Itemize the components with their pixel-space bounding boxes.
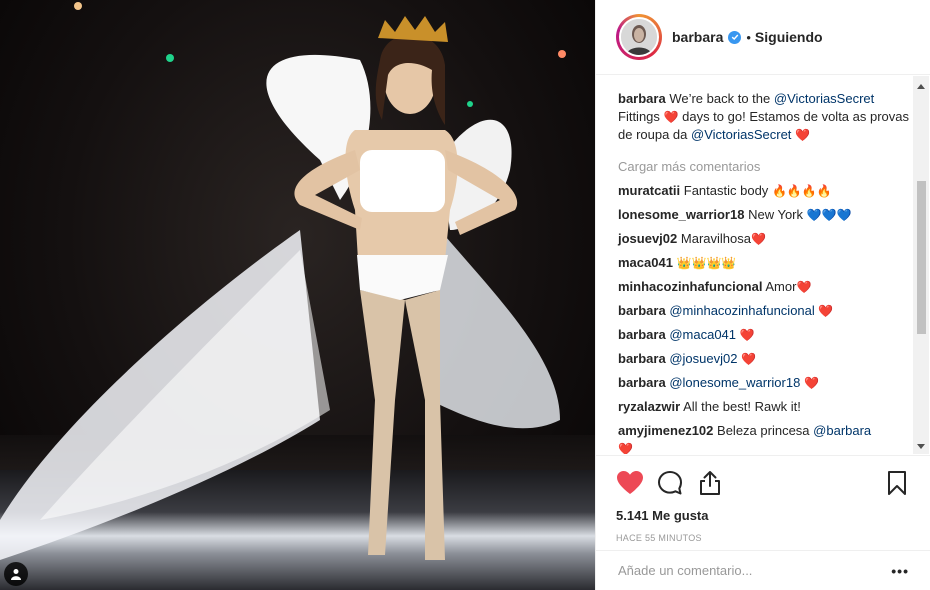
add-comment-bar: ••• — [596, 550, 930, 590]
heart-emoji: ❤️ — [663, 110, 679, 124]
post-actions: 5.141 Me gusta HACE 55 MINUTOS — [596, 455, 930, 550]
comment-item: josuevj02 Maravilhosa❤️ — [618, 230, 909, 248]
load-more-comments-button[interactable]: Cargar más comentarios — [618, 158, 909, 176]
comment-mention[interactable]: @maca041 — [669, 327, 736, 342]
heart-emoji: ❤️ — [795, 128, 810, 142]
comment-username[interactable]: josuevj02 — [618, 231, 677, 246]
add-comment-input[interactable] — [618, 563, 892, 578]
post-header: barbara • Siguiendo — [596, 0, 930, 75]
comment-item: minhacozinhafuncional Amor❤️ — [618, 278, 909, 296]
post-photo[interactable] — [0, 0, 595, 590]
heart-icon[interactable] — [616, 469, 644, 497]
caption-username[interactable]: barbara — [618, 91, 666, 106]
comment-text: Maravilhosa — [680, 231, 751, 246]
comment-emoji: ❤️ — [818, 304, 834, 318]
comment-emoji: ❤️ — [618, 442, 633, 454]
comment-item: amyjimenez102 Beleza princesa @barbara ❤️ — [618, 422, 909, 454]
comment-emoji: ❤️ — [750, 232, 766, 246]
comment-text: Amor — [765, 279, 797, 294]
comment-username[interactable]: minhacozinhafuncional — [618, 279, 762, 294]
comment-mention[interactable]: @josuevj02 — [669, 351, 737, 366]
comment-item: barbara @maca041 ❤️ — [618, 326, 909, 344]
user-tag-icon[interactable] — [4, 562, 28, 586]
caption-text-2: Fittings — [618, 109, 660, 124]
comment-emoji: ❤️ — [796, 280, 812, 294]
comment-item: barbara @lonesome_warrior18 ❤️ — [618, 374, 909, 392]
comment-emoji: 👑👑👑👑 — [676, 256, 737, 270]
caption-text-1: We’re back to the — [669, 91, 771, 106]
comment-mention[interactable]: @barbara — [813, 423, 871, 438]
comment-emoji: 💙💙💙 — [806, 208, 852, 222]
comment-item: muratcatii Fantastic body 🔥🔥🔥🔥 — [618, 182, 909, 200]
model-figure — [0, 2, 566, 560]
comment-username[interactable]: ryzalazwir — [618, 399, 680, 414]
comment-username[interactable]: muratcatii — [618, 183, 680, 198]
scroll-up-icon[interactable] — [917, 84, 925, 89]
ellipsis-icon[interactable]: ••• — [891, 563, 909, 579]
comment-text: Fantastic body — [683, 183, 769, 198]
post-timestamp[interactable]: HACE 55 MINUTOS — [616, 533, 911, 543]
comments-list: barbara We’re back to the @VictoriasSecr… — [596, 76, 930, 454]
post-sidebar: barbara • Siguiendo barbara We’re back t… — [595, 0, 930, 590]
bookmark-icon[interactable] — [883, 469, 911, 497]
share-icon[interactable] — [696, 469, 724, 497]
comment-username[interactable]: barbara — [618, 375, 666, 390]
following-button[interactable]: Siguiendo — [755, 29, 823, 45]
header-username[interactable]: barbara — [672, 29, 723, 45]
caption-mention-1[interactable]: @VictoriasSecret — [774, 91, 874, 106]
comment-item: barbara @josuevj02 ❤️ — [618, 350, 909, 368]
comment-text: All the best! Rawk it! — [683, 399, 801, 414]
scrollbar-thumb[interactable] — [917, 181, 926, 334]
comment-username[interactable]: maca041 — [618, 255, 673, 270]
caption: barbara We’re back to the @VictoriasSecr… — [618, 90, 909, 144]
comment-emoji: 🔥🔥🔥🔥 — [771, 184, 832, 198]
comment-mention[interactable]: @minhacozinhafuncional — [669, 303, 814, 318]
comment-username[interactable]: amyjimenez102 — [618, 423, 713, 438]
comment-item: ryzalazwir All the best! Rawk it! — [618, 398, 909, 416]
scroll-down-icon[interactable] — [917, 444, 925, 449]
avatar-story-ring[interactable] — [616, 14, 662, 60]
comment-item: barbara @minhacozinhafuncional ❤️ — [618, 302, 909, 320]
comments-scrollbar[interactable] — [913, 76, 929, 454]
verified-icon — [728, 30, 742, 44]
likes-count[interactable]: 5.141 Me gusta — [616, 508, 911, 523]
comment-text: Beleza princesa — [717, 423, 810, 438]
comment-text: New York — [748, 207, 803, 222]
comment-username[interactable]: lonesome_warrior18 — [618, 207, 744, 222]
comment-icon[interactable] — [656, 469, 684, 497]
comment-item: maca041 👑👑👑👑 — [618, 254, 909, 272]
comment-username[interactable]: barbara — [618, 351, 666, 366]
comment-username[interactable]: barbara — [618, 303, 666, 318]
caption-mention-2[interactable]: @VictoriasSecret — [691, 127, 791, 142]
comment-emoji: ❤️ — [741, 352, 757, 366]
comment-mention[interactable]: @lonesome_warrior18 — [669, 375, 800, 390]
comment-username[interactable]: barbara — [618, 327, 666, 342]
comment-item: lonesome_warrior18 New York 💙💙💙 — [618, 206, 909, 224]
comment-emoji: ❤️ — [739, 328, 755, 342]
header-separator: • — [746, 29, 751, 45]
avatar[interactable] — [619, 17, 659, 57]
comment-emoji: ❤️ — [803, 376, 819, 390]
